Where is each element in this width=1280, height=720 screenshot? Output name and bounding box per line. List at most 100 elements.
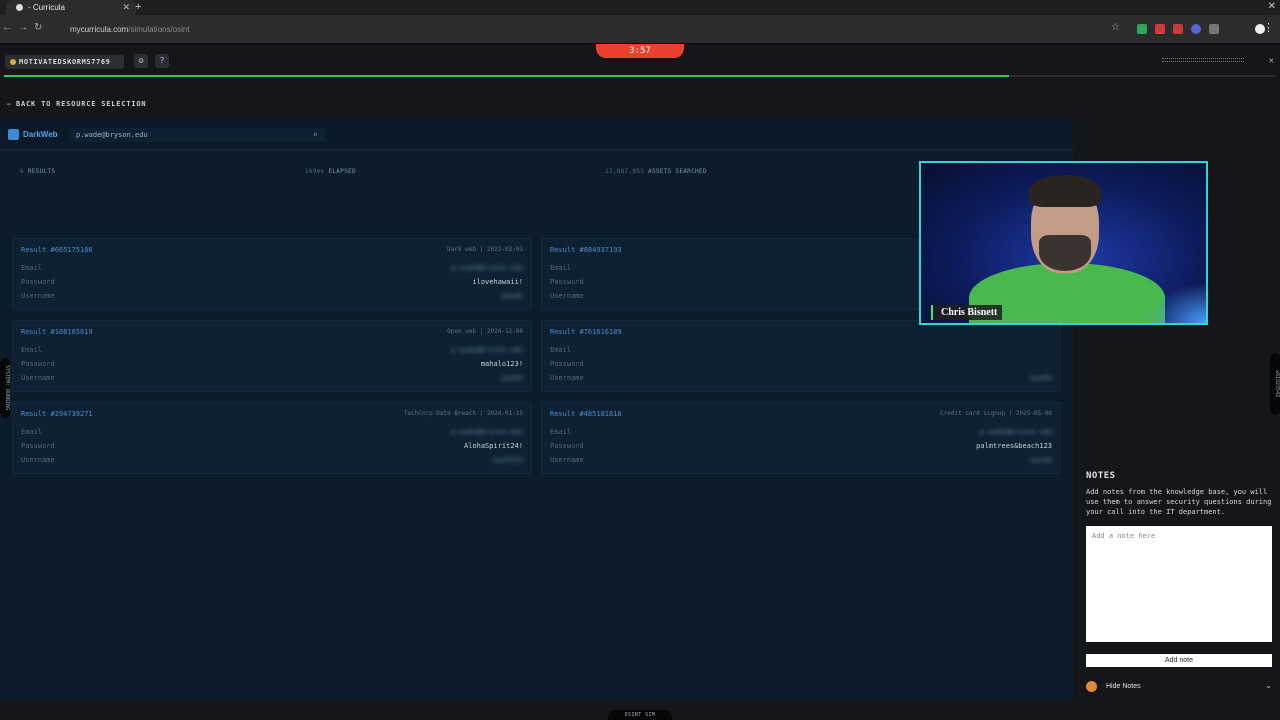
extension-icon[interactable] — [1191, 24, 1201, 34]
countdown-timer: 3:57 — [596, 44, 684, 58]
password-value: ilovehawaii! — [472, 278, 523, 286]
darkweb-search-panel: DarkWeb ⌕ 6 RESULTS 169ms ELAPSED 12,887… — [0, 120, 1073, 700]
system-status-tab: SYSTEM: RUNNING — [0, 358, 10, 418]
presenter-name-tag: Chris Bisnett — [931, 305, 1003, 320]
bookmark-star-icon[interactable]: ☆ — [1111, 22, 1120, 33]
password-label: Password — [21, 442, 55, 450]
email-label: Email — [21, 428, 43, 436]
tab-title: - Curricula — [28, 3, 65, 12]
header-status-dots — [1162, 58, 1244, 62]
url-domain: mycurricula.com — [70, 25, 129, 34]
darkweb-search-bar: DarkWeb ⌕ — [0, 120, 1073, 150]
email-value: p.wade@bryson.edu — [980, 428, 1052, 436]
address-bar: ← → ↻ mycurricula.com/simulations/osint … — [0, 15, 1280, 44]
username-value: pwade — [501, 374, 523, 382]
username-label: Username — [21, 292, 55, 300]
result-title: Result #884937193 — [550, 246, 622, 254]
progress-bar-fill — [4, 75, 1009, 77]
result-card: Result #294739271 TechCorp Data Breach | … — [12, 402, 532, 474]
result-source-date: Open web | 2024-12-08 — [447, 328, 523, 335]
note-input[interactable] — [1086, 526, 1272, 642]
presenter-beard — [1039, 235, 1091, 271]
back-arrow-icon: ← — [7, 100, 13, 108]
search-icon[interactable]: ⌕ — [313, 130, 318, 139]
extension-icon[interactable] — [1155, 24, 1165, 34]
url-field[interactable]: mycurricula.com/simulations/osint — [52, 21, 1100, 38]
extensions-puzzle-icon[interactable] — [1209, 24, 1219, 34]
favicon-icon — [16, 4, 23, 11]
password-value: AlohaSpirit24! — [463, 442, 523, 450]
notes-title: NOTES — [1086, 471, 1116, 481]
email-label: Email — [21, 346, 43, 354]
password-label: Password — [550, 360, 584, 368]
username-label: Username — [550, 292, 584, 300]
result-card: Result #761616189 Email Password Username pw… — [541, 320, 1061, 392]
close-icon[interactable]: ✕ — [1269, 56, 1274, 66]
webcam-overlay: Chris Bisnett — [919, 161, 1208, 325]
elapsed-time: 169ms ELAPSED — [305, 168, 356, 175]
username-value: pwade — [1030, 374, 1052, 382]
password-label: Password — [550, 278, 584, 286]
browser-tab-bar: - Curricula ✕ + ✕ — [0, 0, 1280, 15]
result-source-date: TechCorp Data Breach | 2024-01-15 — [403, 410, 523, 417]
forward-arrow-icon[interactable]: → — [18, 22, 28, 33]
results-count: 6 RESULTS — [20, 168, 56, 175]
extension-icon[interactable] — [1137, 24, 1147, 34]
add-note-button[interactable]: Add note — [1086, 654, 1272, 667]
back-arrow-icon[interactable]: ← — [2, 22, 12, 33]
username-value: pwade — [1030, 456, 1052, 464]
close-tab-icon[interactable]: ✕ — [122, 2, 130, 13]
result-card: Result #665175106 Dark web | 2022-03-03 Em… — [12, 238, 532, 310]
result-card: Result #485181810 Credit card signup | 20… — [541, 402, 1061, 474]
browser-menu-icon[interactable]: ⋮ — [1263, 21, 1274, 34]
search-input[interactable] — [70, 128, 326, 142]
extension-icon[interactable] — [1173, 24, 1183, 34]
settings-gear-icon[interactable]: ⚙ — [134, 54, 148, 68]
url-path: /simulations/osint — [128, 25, 190, 34]
bottom-sim-tab: OSINT SIM — [608, 710, 672, 720]
username-label: Username — [550, 456, 584, 464]
password-value: mahalo123! — [480, 360, 523, 368]
progress-bar — [4, 75, 1276, 77]
darkweb-source-name: DarkWeb — [23, 130, 58, 139]
back-to-resource-selection-link[interactable]: ← BACK TO RESOURCE SELECTION — [7, 100, 146, 108]
chevron-down-icon: ⌄ — [1265, 681, 1272, 690]
email-value: p.wade@bryson.edu — [451, 346, 523, 354]
help-icon[interactable]: ? — [155, 54, 169, 68]
username-label: Username — [21, 374, 55, 382]
notes-panel: NOTES Add notes from the knowledge base,… — [1077, 461, 1280, 704]
hide-notes-label: Hide Notes — [1106, 683, 1141, 690]
fox-avatar-icon — [1086, 681, 1097, 692]
result-source-date: Dark web | 2022-03-03 — [447, 246, 523, 253]
user-badge: MOTIVATEDSKORMS7769 — [5, 55, 124, 69]
result-card: Result #108165819 Open web | 2024-12-08 Em… — [12, 320, 532, 392]
email-label: Email — [21, 264, 43, 272]
session-id-tab: x81923542 — [1270, 353, 1280, 415]
username-value: pwade24 — [493, 456, 523, 464]
new-tab-icon[interactable]: + — [135, 1, 141, 13]
result-title: Result #294739271 — [21, 410, 93, 418]
username-label: Username — [550, 374, 584, 382]
darkweb-logo-icon — [8, 129, 19, 140]
hide-notes-toggle[interactable]: Hide Notes ⌄ — [1086, 681, 1272, 694]
password-value: palmtrees&beach123 — [976, 442, 1052, 450]
result-title: Result #108165819 — [21, 328, 93, 336]
browser-tab[interactable]: - Curricula ✕ — [6, 0, 136, 15]
email-value: p.wade@bryson.edu — [451, 428, 523, 436]
user-status-icon — [10, 59, 16, 65]
username-label: Username — [21, 456, 55, 464]
background-light — [1146, 283, 1206, 323]
result-title: Result #485181810 — [550, 410, 622, 418]
password-label: Password — [550, 442, 584, 450]
result-title: Result #665175106 — [21, 246, 93, 254]
username-value: pwade — [501, 292, 523, 300]
result-title: Result #761616189 — [550, 328, 622, 336]
window-close-icon[interactable]: ✕ — [1268, 1, 1276, 12]
reload-icon[interactable]: ↻ — [34, 22, 42, 33]
email-label: Email — [550, 264, 572, 272]
password-label: Password — [21, 278, 55, 286]
app: MOTIVATEDSKORMS7769 ⚙ ? 3:57 ✕ ← BACK TO … — [0, 44, 1280, 720]
email-label: Email — [550, 346, 572, 354]
result-source-date: Credit card signup | 2025-05-08 — [940, 410, 1052, 417]
back-link-label: BACK TO RESOURCE SELECTION — [16, 100, 147, 108]
